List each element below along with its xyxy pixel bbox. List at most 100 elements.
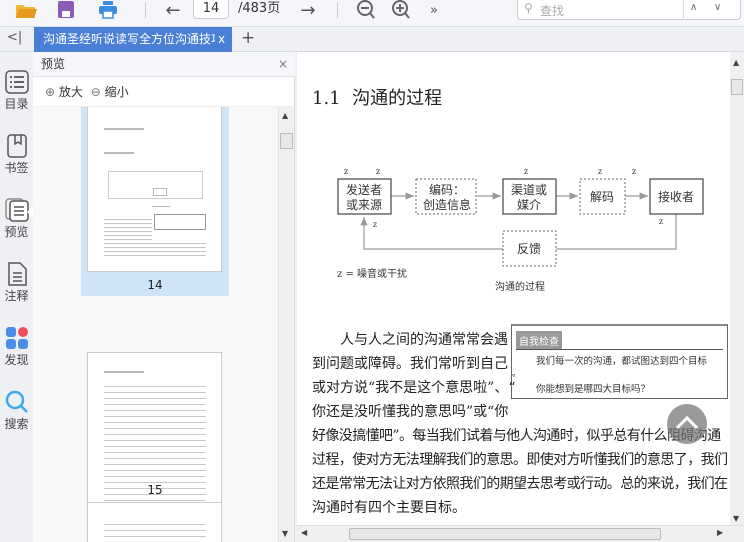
rail-item-annotations[interactable]: 注释 [0, 262, 33, 304]
more-tools-button[interactable]: » [426, 0, 442, 20]
open-folder-icon[interactable] [14, 0, 38, 20]
zoom-out-label: 缩小 [104, 85, 129, 99]
print-icon[interactable] [97, 0, 119, 20]
scrollbar-thumb[interactable] [731, 79, 743, 95]
paragraph-line: 沟通时有四个主要目标。 [312, 500, 466, 516]
search-icon: ⚲ [524, 1, 533, 15]
zoom-out-icon: ⊖ [90, 85, 101, 99]
rail-item-discover[interactable]: 发现 [0, 326, 33, 368]
apps-icon [5, 327, 28, 349]
document-page: 1.1 沟通的过程 发送者 或来源 编码： 创造信息 渠道或 媒介 解码 接收者… [297, 52, 730, 525]
noise-mark: z [659, 217, 663, 226]
receiver-text: 接收者 [658, 189, 694, 204]
scroll-down-arrow-icon[interactable]: ▼ [733, 514, 739, 523]
save-icon[interactable] [56, 0, 76, 20]
section-number: 1.1 [312, 88, 341, 109]
tab-title: 沟通圣经听说读写全方位沟通技巧 [43, 32, 215, 46]
rail-item-search[interactable]: 搜索 [0, 390, 33, 432]
prev-page-icon[interactable]: ← [162, 0, 184, 21]
toolbar-divider [145, 2, 146, 18]
feedback-text: 反馈 [517, 242, 541, 256]
noise-mark: z [524, 167, 528, 176]
pages-icon [4, 198, 29, 222]
diagram-caption: 沟通的过程 [495, 280, 545, 293]
note-icon [7, 262, 27, 286]
scroll-up-arrow-icon[interactable]: ▲ [282, 111, 288, 120]
paragraph-line: 过程，使对方无法理解我们的意思。即使对方听懂我们的意思了，我们 [312, 452, 728, 468]
thumbnail-page-15[interactable] [87, 352, 222, 527]
paragraph-line: 或对方说“我不是这个意思啦”、“ [312, 380, 516, 396]
panel-header: 预览 × [33, 52, 295, 77]
search-next-icon[interactable]: ∨ [714, 2, 721, 13]
preview-panel: 预览 × ⊕ 放大 ⊖ 缩小 14 15 ▲ ▼ [33, 52, 295, 542]
paragraph-line: 到问题或障碍。我们常听到自己 [312, 356, 508, 372]
noise-mark: z [632, 167, 636, 176]
search-input[interactable]: ⚲ 查找 ∧ ∨ [517, 0, 741, 20]
search-divider [683, 0, 684, 20]
collapse-sidebar-button[interactable]: <| [7, 30, 22, 45]
rail-item-preview[interactable]: 预览 [0, 198, 33, 240]
zoom-in-icon[interactable] [390, 0, 412, 20]
thumbnail-list: 14 15 [33, 107, 278, 542]
list-icon [4, 70, 29, 94]
zoom-in-label: 放大 [58, 85, 83, 99]
new-tab-button[interactable]: + [241, 28, 255, 48]
scrollbar-thumb[interactable] [280, 133, 293, 149]
page-number-label: 15 [147, 483, 163, 497]
zoom-out-icon[interactable] [355, 0, 377, 20]
section-heading: 1.1 沟通的过程 [312, 84, 442, 110]
rail-label: 搜索 [4, 417, 29, 431]
paragraph-line: 人与人之间的沟通常常会遇 [340, 332, 508, 348]
noise-mark: z [373, 220, 377, 229]
chevron-up-icon [675, 415, 699, 430]
rail-label: 预览 [4, 225, 29, 239]
search-prev-icon[interactable]: ∧ [690, 2, 697, 13]
document-horizontal-scrollbar[interactable]: ◀ ▶ [297, 525, 744, 542]
tab-close-button[interactable]: x [218, 27, 225, 52]
noise-mark: z [598, 167, 602, 176]
rail-item-toc[interactable]: 目录 [0, 70, 33, 112]
zoom-row: ⊕ 放大 ⊖ 缩小 [33, 77, 295, 107]
rail-label: 发现 [4, 353, 29, 367]
tab-document[interactable]: 沟通圣经听说读写全方位沟通技巧 x [34, 27, 232, 52]
channel-text-2: 媒介 [517, 198, 541, 212]
scrollbar-thumb[interactable] [349, 528, 661, 540]
bookmark-icon [6, 134, 27, 158]
zoom-in-icon: ⊕ [45, 85, 56, 99]
thumbnail-page-16[interactable] [87, 502, 222, 542]
search-placeholder: 查找 [540, 4, 565, 18]
thumbnail-page-14[interactable] [87, 107, 222, 272]
rail-label: 注释 [4, 289, 29, 303]
decode-text: 解码 [590, 190, 614, 204]
rail-label: 目录 [4, 97, 29, 111]
scroll-left-arrow-icon[interactable]: ◀ [301, 528, 307, 537]
noise-mark: z [344, 167, 348, 176]
sender-text-2: 或来源 [346, 198, 382, 212]
section-title: 沟通的过程 [352, 88, 443, 109]
back-to-top-button[interactable] [667, 404, 707, 444]
page-number-input[interactable]: 14 [193, 0, 229, 19]
zoom-out-button[interactable]: ⊖ 缩小 [91, 85, 129, 99]
encode-text-2: 创造信息 [423, 197, 471, 212]
panel-title: 预览 [41, 57, 66, 71]
noise-legend: z = 噪音或干扰 [337, 267, 407, 280]
page-number-label: 14 [147, 278, 163, 292]
sender-text-1: 发送者 [346, 182, 382, 197]
communication-process-diagram: 发送者 或来源 编码： 创造信息 渠道或 媒介 解码 接收者 反馈 z z z … [337, 167, 704, 293]
tab-bar: <| 沟通圣经听说读写全方位沟通技巧 x + [0, 27, 744, 52]
scroll-right-arrow-icon[interactable]: ▶ [717, 528, 723, 537]
paragraph-line: 还是常常无法让对方依照我们的期望去思考或行动。总的来说，我们在 [312, 476, 728, 492]
search-icon [5, 390, 28, 413]
document-vertical-scrollbar[interactable]: ▲ ▼ [730, 52, 744, 525]
thumbnail-scrollbar[interactable]: ▲ ▼ [278, 107, 294, 542]
scroll-down-arrow-icon[interactable]: ▼ [282, 529, 288, 538]
toolbar-divider [337, 2, 338, 18]
noise-mark: z [376, 167, 380, 176]
toolbar: ← 14 /483页 → » ⚲ 查找 ∧ ∨ [0, 0, 744, 27]
next-page-icon[interactable]: → [297, 0, 319, 21]
rail-item-bookmarks[interactable]: 书签 [0, 134, 33, 176]
page-total: /483页 [238, 1, 281, 16]
panel-close-button[interactable]: × [278, 52, 288, 76]
zoom-in-button[interactable]: ⊕ 放大 [45, 85, 83, 99]
scroll-up-arrow-icon[interactable]: ▲ [733, 58, 739, 67]
